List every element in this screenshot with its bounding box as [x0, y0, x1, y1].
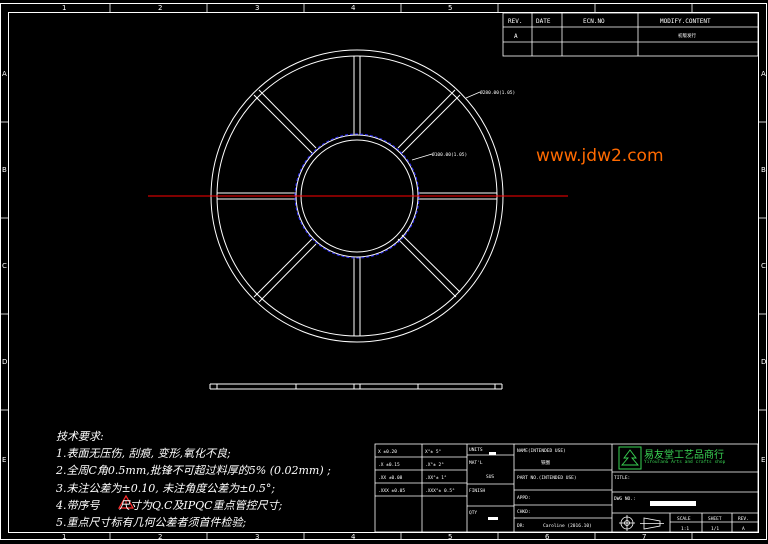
zone-row-e-right: E — [761, 456, 765, 464]
tol-xxxx: .XXX ±0.05 — [378, 488, 405, 494]
company-subtitle: YiYouTanG Arts and crafts shop — [644, 460, 726, 465]
zone-row-a: A — [2, 70, 7, 78]
note-5: 5.重点尺寸标有几何公差者须首件检验; — [56, 515, 247, 529]
zone-row-d-right: D — [761, 358, 766, 366]
tol-xxxx-deg: .XXX°± 0.5° — [425, 488, 455, 494]
name-label: NAME(INTENDED USE) — [517, 448, 566, 454]
projection-symbol-icon — [619, 515, 664, 531]
tol-xxx: .XX ±0.08 — [378, 475, 403, 481]
dwg-no-label: DWG NO.: — [614, 496, 636, 502]
zone-col-7-bottom: 7 — [642, 533, 646, 541]
note-4: 4.带序号 尺寸为Q.C及IPQC重点管控尺寸; — [56, 498, 283, 512]
date-header: DATE — [536, 18, 551, 25]
ring-side-view — [209, 383, 503, 390]
zone-col-2-bottom: 2 — [158, 533, 162, 541]
modify-content-header: MODIFY.CONTENT — [660, 18, 711, 25]
watermark: www.jdw2.com — [536, 146, 664, 166]
zone-col-2: 2 — [158, 4, 162, 12]
units-label: UNITS — [469, 447, 483, 453]
zone-row-e: E — [2, 456, 6, 464]
ecn-header: ECN.NO — [583, 18, 605, 25]
rev-label: REV. — [738, 516, 749, 522]
note-1: 1.表面无压伤, 刮痕, 变形,氧化不良; — [56, 447, 231, 461]
title-label: TITLE: — [614, 475, 630, 481]
zone-col-6-bottom: 6 — [545, 533, 550, 541]
tol-xx: .X ±0.15 — [378, 462, 400, 468]
rev-value: A — [514, 33, 518, 40]
part-no-label: PART NO.(INTENDED USE) — [517, 475, 577, 481]
material-label: MAT'L — [469, 460, 483, 466]
outer-diameter-callout: Ø280.00(1.05) — [480, 89, 515, 96]
finish-label: FINISH — [469, 488, 486, 494]
zone-row-c: C — [2, 262, 7, 270]
zone-col-5: 5 — [448, 4, 452, 12]
zone-col-1-bottom: 1 — [62, 533, 66, 541]
zone-col-4: 4 — [351, 4, 356, 12]
zone-row-b: B — [2, 166, 7, 174]
rev-header: REV. — [508, 18, 522, 25]
sheet-label: SHEET — [708, 516, 722, 522]
dr-label: DR: — [517, 523, 525, 529]
zone-col-3: 3 — [255, 4, 259, 12]
outer-callout-leader — [465, 91, 481, 99]
tol-x-deg: X°± 5° — [425, 449, 442, 455]
modify-content-value: 初版发行 — [678, 32, 696, 39]
dwg-no-value-box — [650, 501, 696, 506]
tol-x: X ±0.20 — [378, 449, 397, 455]
sheet-value: 1/1 — [711, 526, 719, 532]
inner-callout-leader — [411, 153, 433, 161]
zone-row-b-right: B — [761, 166, 766, 174]
zone-col-1: 1 — [62, 4, 66, 12]
notes-title: 技术要求: — [56, 430, 104, 443]
qty-marker — [488, 517, 498, 520]
material-value: SUS — [486, 474, 494, 480]
zone-row-c-right: C — [761, 262, 766, 270]
zone-col-5-bottom: 5 — [448, 533, 452, 541]
zone-row-d: D — [2, 358, 7, 366]
scale-value: 1:1 — [681, 526, 689, 532]
tol-xx-deg: .X°± 2° — [425, 462, 444, 468]
note-3: 3.未注公差为±0.10, 未注角度公差为±0.5°; — [56, 481, 276, 495]
zone-col-4-bottom: 4 — [351, 533, 356, 541]
qty-label: QTY — [469, 510, 477, 516]
inner-diameter-callout: Ø100.00(1.05) — [432, 151, 467, 158]
appd-label: APPD: — [517, 495, 531, 501]
zone-row-a-right: A — [761, 70, 766, 78]
company-name: 易友堂工艺品商行 — [644, 450, 724, 461]
technical-requirements: 技术要求: 1.表面无压伤, 刮痕, 变形,氧化不良; 2.全周C角0.5mm,… — [56, 428, 331, 531]
units-marker — [489, 452, 496, 455]
chkd-label: CHKD: — [517, 509, 531, 515]
dr-value: Caroline (2016.10) — [543, 523, 592, 529]
company-logo-icon — [618, 446, 642, 470]
note-2: 2.全周C角0.5mm,批锋不可超过料厚的5% (0.02mm) ; — [56, 464, 331, 478]
rev-block-value: A — [742, 526, 745, 532]
tol-xxx-deg: .XX°± 1° — [425, 475, 447, 481]
scale-label: SCALE — [677, 516, 691, 522]
zone-col-3-bottom: 3 — [255, 533, 259, 541]
name-value: 铁圈 — [541, 459, 550, 466]
